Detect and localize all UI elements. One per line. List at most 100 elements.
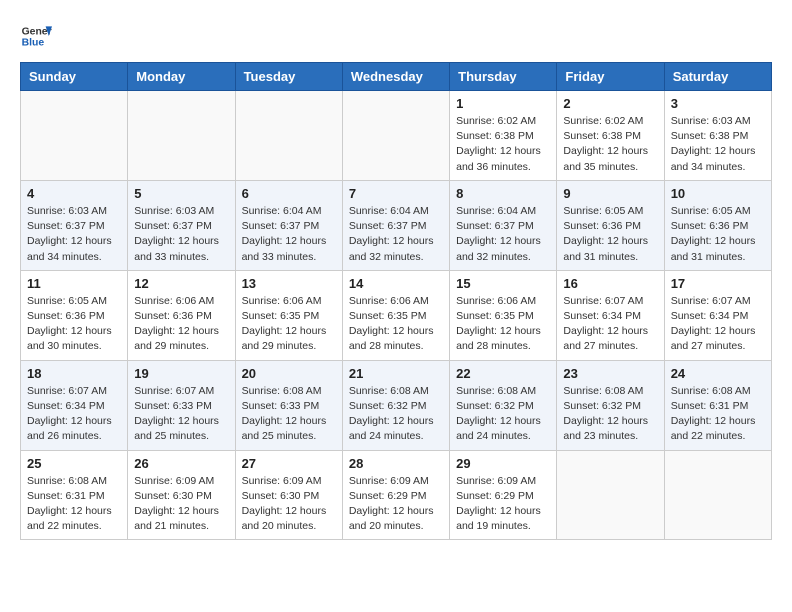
day-number: 1 <box>456 96 550 111</box>
day-number: 5 <box>134 186 228 201</box>
calendar-day-cell <box>128 91 235 181</box>
day-info: Sunrise: 6:09 AMSunset: 6:29 PMDaylight:… <box>349 474 443 535</box>
calendar-day-cell <box>664 450 771 540</box>
day-info: Sunrise: 6:09 AMSunset: 6:30 PMDaylight:… <box>242 474 336 535</box>
calendar-day-cell: 27 Sunrise: 6:09 AMSunset: 6:30 PMDayligh… <box>235 450 342 540</box>
day-number: 11 <box>27 276 121 291</box>
calendar-header-row: SundayMondayTuesdayWednesdayThursdayFrid… <box>21 63 772 91</box>
day-info: Sunrise: 6:08 AMSunset: 6:31 PMDaylight:… <box>671 384 765 445</box>
day-info: Sunrise: 6:08 AMSunset: 6:32 PMDaylight:… <box>563 384 657 445</box>
day-info: Sunrise: 6:05 AMSunset: 6:36 PMDaylight:… <box>671 204 765 265</box>
day-number: 4 <box>27 186 121 201</box>
day-info: Sunrise: 6:08 AMSunset: 6:33 PMDaylight:… <box>242 384 336 445</box>
day-number: 25 <box>27 456 121 471</box>
calendar-body: 1 Sunrise: 6:02 AMSunset: 6:38 PMDaylight… <box>21 91 772 540</box>
calendar-day-cell: 8 Sunrise: 6:04 AMSunset: 6:37 PMDaylight… <box>450 180 557 270</box>
day-number: 7 <box>349 186 443 201</box>
calendar-header-cell: Thursday <box>450 63 557 91</box>
calendar-day-cell: 1 Sunrise: 6:02 AMSunset: 6:38 PMDaylight… <box>450 91 557 181</box>
day-number: 19 <box>134 366 228 381</box>
day-number: 16 <box>563 276 657 291</box>
page-header: General Blue <box>20 20 772 52</box>
calendar-header-cell: Monday <box>128 63 235 91</box>
day-number: 29 <box>456 456 550 471</box>
calendar-day-cell <box>557 450 664 540</box>
day-number: 17 <box>671 276 765 291</box>
calendar-week-row: 4 Sunrise: 6:03 AMSunset: 6:37 PMDaylight… <box>21 180 772 270</box>
calendar-header-cell: Tuesday <box>235 63 342 91</box>
day-info: Sunrise: 6:07 AMSunset: 6:34 PMDaylight:… <box>563 294 657 355</box>
day-info: Sunrise: 6:03 AMSunset: 6:37 PMDaylight:… <box>27 204 121 265</box>
day-info: Sunrise: 6:06 AMSunset: 6:36 PMDaylight:… <box>134 294 228 355</box>
day-number: 28 <box>349 456 443 471</box>
day-number: 3 <box>671 96 765 111</box>
calendar-header-cell: Sunday <box>21 63 128 91</box>
calendar-day-cell: 3 Sunrise: 6:03 AMSunset: 6:38 PMDaylight… <box>664 91 771 181</box>
calendar-day-cell <box>21 91 128 181</box>
calendar-table: SundayMondayTuesdayWednesdayThursdayFrid… <box>20 62 772 540</box>
calendar-day-cell: 29 Sunrise: 6:09 AMSunset: 6:29 PMDayligh… <box>450 450 557 540</box>
day-number: 12 <box>134 276 228 291</box>
day-number: 9 <box>563 186 657 201</box>
svg-text:Blue: Blue <box>22 38 45 49</box>
calendar-week-row: 18 Sunrise: 6:07 AMSunset: 6:34 PMDayligh… <box>21 360 772 450</box>
logo-icon: General Blue <box>20 20 52 52</box>
calendar-day-cell: 20 Sunrise: 6:08 AMSunset: 6:33 PMDayligh… <box>235 360 342 450</box>
calendar-week-row: 1 Sunrise: 6:02 AMSunset: 6:38 PMDaylight… <box>21 91 772 181</box>
calendar-day-cell: 15Sunrise: 6:06 AMSunset: 6:35 PMDayligh… <box>450 270 557 360</box>
day-info: Sunrise: 6:04 AMSunset: 6:37 PMDaylight:… <box>349 204 443 265</box>
calendar-day-cell: 23Sunrise: 6:08 AMSunset: 6:32 PMDayligh… <box>557 360 664 450</box>
calendar-day-cell: 12 Sunrise: 6:06 AMSunset: 6:36 PMDayligh… <box>128 270 235 360</box>
day-info: Sunrise: 6:08 AMSunset: 6:31 PMDaylight:… <box>27 474 121 535</box>
day-number: 24 <box>671 366 765 381</box>
day-info: Sunrise: 6:07 AMSunset: 6:33 PMDaylight:… <box>134 384 228 445</box>
calendar-day-cell: 21 Sunrise: 6:08 AMSunset: 6:32 PMDayligh… <box>342 360 449 450</box>
calendar-day-cell: 4 Sunrise: 6:03 AMSunset: 6:37 PMDaylight… <box>21 180 128 270</box>
calendar-day-cell: 22 Sunrise: 6:08 AMSunset: 6:32 PMDayligh… <box>450 360 557 450</box>
day-info: Sunrise: 6:06 AMSunset: 6:35 PMDaylight:… <box>456 294 550 355</box>
calendar-day-cell: 13 Sunrise: 6:06 AMSunset: 6:35 PMDayligh… <box>235 270 342 360</box>
day-number: 27 <box>242 456 336 471</box>
logo: General Blue <box>20 20 52 52</box>
day-info: Sunrise: 6:08 AMSunset: 6:32 PMDaylight:… <box>349 384 443 445</box>
calendar-day-cell: 18 Sunrise: 6:07 AMSunset: 6:34 PMDayligh… <box>21 360 128 450</box>
day-info: Sunrise: 6:09 AMSunset: 6:29 PMDaylight:… <box>456 474 550 535</box>
calendar-week-row: 25 Sunrise: 6:08 AMSunset: 6:31 PMDayligh… <box>21 450 772 540</box>
calendar-day-cell: 7 Sunrise: 6:04 AMSunset: 6:37 PMDaylight… <box>342 180 449 270</box>
calendar-day-cell: 26Sunrise: 6:09 AMSunset: 6:30 PMDayligh… <box>128 450 235 540</box>
calendar-day-cell: 5 Sunrise: 6:03 AMSunset: 6:37 PMDaylight… <box>128 180 235 270</box>
day-number: 22 <box>456 366 550 381</box>
day-info: Sunrise: 6:06 AMSunset: 6:35 PMDaylight:… <box>242 294 336 355</box>
day-info: Sunrise: 6:02 AMSunset: 6:38 PMDaylight:… <box>456 114 550 175</box>
day-info: Sunrise: 6:07 AMSunset: 6:34 PMDaylight:… <box>27 384 121 445</box>
calendar-day-cell <box>342 91 449 181</box>
day-info: Sunrise: 6:03 AMSunset: 6:37 PMDaylight:… <box>134 204 228 265</box>
day-number: 13 <box>242 276 336 291</box>
day-info: Sunrise: 6:05 AMSunset: 6:36 PMDaylight:… <box>563 204 657 265</box>
day-number: 2 <box>563 96 657 111</box>
calendar-header-cell: Saturday <box>664 63 771 91</box>
calendar-header-cell: Friday <box>557 63 664 91</box>
calendar-week-row: 11 Sunrise: 6:05 AMSunset: 6:36 PMDayligh… <box>21 270 772 360</box>
day-number: 26 <box>134 456 228 471</box>
calendar-day-cell: 11 Sunrise: 6:05 AMSunset: 6:36 PMDayligh… <box>21 270 128 360</box>
calendar-day-cell: 9 Sunrise: 6:05 AMSunset: 6:36 PMDaylight… <box>557 180 664 270</box>
day-number: 18 <box>27 366 121 381</box>
calendar-day-cell: 28 Sunrise: 6:09 AMSunset: 6:29 PMDayligh… <box>342 450 449 540</box>
calendar-day-cell: 14Sunrise: 6:06 AMSunset: 6:35 PMDayligh… <box>342 270 449 360</box>
day-info: Sunrise: 6:08 AMSunset: 6:32 PMDaylight:… <box>456 384 550 445</box>
day-info: Sunrise: 6:04 AMSunset: 6:37 PMDaylight:… <box>456 204 550 265</box>
day-info: Sunrise: 6:04 AMSunset: 6:37 PMDaylight:… <box>242 204 336 265</box>
day-number: 21 <box>349 366 443 381</box>
calendar-day-cell: 16 Sunrise: 6:07 AMSunset: 6:34 PMDayligh… <box>557 270 664 360</box>
calendar-day-cell <box>235 91 342 181</box>
calendar-day-cell: 25 Sunrise: 6:08 AMSunset: 6:31 PMDayligh… <box>21 450 128 540</box>
day-info: Sunrise: 6:03 AMSunset: 6:38 PMDaylight:… <box>671 114 765 175</box>
day-info: Sunrise: 6:05 AMSunset: 6:36 PMDaylight:… <box>27 294 121 355</box>
day-number: 10 <box>671 186 765 201</box>
day-number: 8 <box>456 186 550 201</box>
calendar-day-cell: 17Sunrise: 6:07 AMSunset: 6:34 PMDayligh… <box>664 270 771 360</box>
calendar-day-cell: 19 Sunrise: 6:07 AMSunset: 6:33 PMDayligh… <box>128 360 235 450</box>
day-number: 20 <box>242 366 336 381</box>
day-number: 14 <box>349 276 443 291</box>
